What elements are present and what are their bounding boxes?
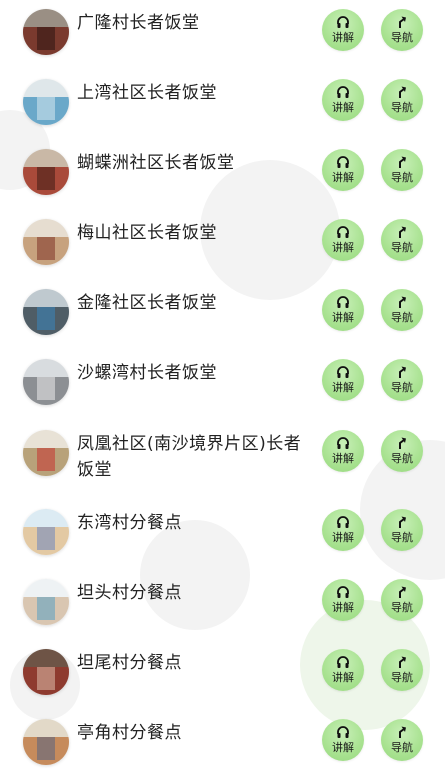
place-thumbnail <box>23 719 69 765</box>
place-thumbnail <box>23 359 69 405</box>
place-thumbnail <box>23 219 69 265</box>
speak-label: 讲解 <box>332 452 354 465</box>
place-name: 梅山社区长者饭堂 <box>77 223 217 243</box>
navigate-button[interactable]: 导航 <box>381 579 423 621</box>
list-item: 上湾社区长者饭堂 讲解 导航 <box>0 70 445 140</box>
speak-label: 讲解 <box>332 381 354 394</box>
place-thumbnail <box>23 79 69 125</box>
place-thumbnail <box>23 430 69 476</box>
list-item: 坦头村分餐点 讲解 导航 <box>0 570 445 640</box>
navigate-button[interactable]: 导航 <box>381 9 423 51</box>
place-thumbnail <box>23 149 69 195</box>
speak-button[interactable]: 讲解 <box>322 430 364 472</box>
speak-button[interactable]: 讲解 <box>322 649 364 691</box>
nav-label: 导航 <box>391 741 413 754</box>
speak-button[interactable]: 讲解 <box>322 219 364 261</box>
navigate-button[interactable]: 导航 <box>381 509 423 551</box>
place-name: 沙螺湾村长者饭堂 <box>77 363 217 383</box>
speak-button[interactable]: 讲解 <box>322 719 364 761</box>
navigate-button[interactable]: 导航 <box>381 289 423 331</box>
place-name: 上湾社区长者饭堂 <box>77 83 217 103</box>
nav-label: 导航 <box>391 452 413 465</box>
list-item: 蝴蝶洲社区长者饭堂 讲解 导航 <box>0 140 445 210</box>
list-item: 坦尾村分餐点 讲解 导航 <box>0 640 445 710</box>
speak-button[interactable]: 讲解 <box>322 509 364 551</box>
speak-label: 讲解 <box>332 741 354 754</box>
list-item: 凤凰社区(南沙境界片区)长者饭堂 讲解 导航 <box>0 420 445 510</box>
speak-label: 讲解 <box>332 171 354 184</box>
speak-label: 讲解 <box>332 531 354 544</box>
place-name: 蝴蝶洲社区长者饭堂 <box>77 153 235 173</box>
speak-button[interactable]: 讲解 <box>322 289 364 331</box>
nav-label: 导航 <box>391 671 413 684</box>
place-thumbnail <box>23 649 69 695</box>
place-thumbnail <box>23 9 69 55</box>
navigate-button[interactable]: 导航 <box>381 430 423 472</box>
navigate-button[interactable]: 导航 <box>381 359 423 401</box>
place-thumbnail <box>23 509 69 555</box>
speak-button[interactable]: 讲解 <box>322 359 364 401</box>
nav-label: 导航 <box>391 31 413 44</box>
speak-label: 讲解 <box>332 671 354 684</box>
speak-label: 讲解 <box>332 101 354 114</box>
nav-label: 导航 <box>391 311 413 324</box>
nav-label: 导航 <box>391 101 413 114</box>
navigate-button[interactable]: 导航 <box>381 149 423 191</box>
list-item: 金隆社区长者饭堂 讲解 导航 <box>0 280 445 350</box>
list-item: 东湾村分餐点 讲解 导航 <box>0 500 445 570</box>
nav-label: 导航 <box>391 531 413 544</box>
speak-label: 讲解 <box>332 31 354 44</box>
speak-button[interactable]: 讲解 <box>322 9 364 51</box>
place-thumbnail <box>23 289 69 335</box>
place-name: 金隆社区长者饭堂 <box>77 293 217 313</box>
navigate-button[interactable]: 导航 <box>381 219 423 261</box>
speak-label: 讲解 <box>332 601 354 614</box>
nav-label: 导航 <box>391 601 413 614</box>
place-name: 广隆村长者饭堂 <box>77 13 200 33</box>
place-name: 坦尾村分餐点 <box>77 653 182 673</box>
speak-label: 讲解 <box>332 311 354 324</box>
list-item: 梅山社区长者饭堂 讲解 导航 <box>0 210 445 280</box>
navigate-button[interactable]: 导航 <box>381 649 423 691</box>
list-item: 广隆村长者饭堂 讲解 导航 <box>0 0 445 70</box>
nav-label: 导航 <box>391 381 413 394</box>
speak-label: 讲解 <box>332 241 354 254</box>
place-name: 凤凰社区(南沙境界片区)长者饭堂 <box>77 434 302 480</box>
speak-button[interactable]: 讲解 <box>322 149 364 191</box>
nav-label: 导航 <box>391 241 413 254</box>
speak-button[interactable]: 讲解 <box>322 79 364 121</box>
place-thumbnail <box>23 579 69 625</box>
navigate-button[interactable]: 导航 <box>381 79 423 121</box>
navigate-button[interactable]: 导航 <box>381 719 423 761</box>
place-name: 东湾村分餐点 <box>77 513 182 533</box>
place-list: 广隆村长者饭堂 讲解 导航 上湾社区长者饭堂 讲解 导航 蝴蝶洲社区长者饭堂 讲… <box>0 0 445 773</box>
list-item: 亭角村分餐点 讲解 导航 <box>0 710 445 780</box>
place-name: 坦头村分餐点 <box>77 583 182 603</box>
speak-button[interactable]: 讲解 <box>322 579 364 621</box>
place-name: 亭角村分餐点 <box>77 723 182 743</box>
nav-label: 导航 <box>391 171 413 184</box>
list-item: 沙螺湾村长者饭堂 讲解 导航 <box>0 350 445 420</box>
